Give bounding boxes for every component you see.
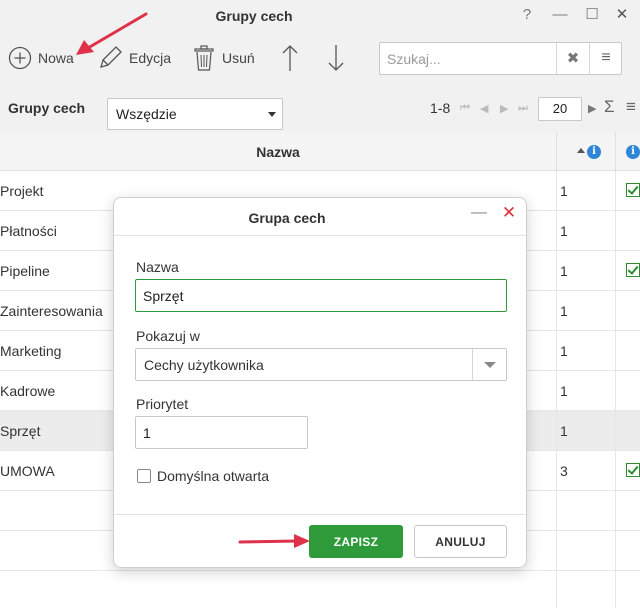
arrow-down-icon xyxy=(328,45,344,71)
row-priority: 1 xyxy=(560,223,568,239)
row-name: Marketing xyxy=(0,343,62,359)
dialog-title: Grupa cech xyxy=(248,210,326,226)
annotation-arrow-icon xyxy=(238,534,310,548)
column-divider xyxy=(556,132,557,171)
cancel-button[interactable]: ANULUJ xyxy=(414,525,507,558)
column-divider xyxy=(556,171,557,211)
default-open-label[interactable]: Domyślna otwarta xyxy=(157,468,269,484)
row-name: Zainteresowania xyxy=(0,303,103,319)
info-icon[interactable]: i xyxy=(587,145,601,159)
minimize-button[interactable]: — xyxy=(549,5,571,25)
caret-down-icon xyxy=(268,112,276,117)
maximize-button[interactable]: ☐ xyxy=(581,5,603,25)
column-divider xyxy=(615,211,616,251)
checkmark-icon xyxy=(626,183,640,197)
row-name: Pipeline xyxy=(0,263,50,279)
last-page-icon[interactable]: ⏭ xyxy=(518,102,528,115)
column-header-name[interactable]: Nazwa xyxy=(0,144,556,160)
dropdown-chevron-icon[interactable] xyxy=(472,349,506,380)
checkmark-icon xyxy=(626,463,640,477)
help-button[interactable]: ? xyxy=(516,5,538,25)
column-divider xyxy=(615,451,616,491)
row-name: Projekt xyxy=(0,183,44,199)
delete-button[interactable]: Usuń xyxy=(192,40,255,76)
column-divider xyxy=(556,211,557,251)
column-divider xyxy=(556,331,557,371)
column-divider xyxy=(556,371,557,411)
location-select-value: Wszędzie xyxy=(116,106,177,122)
empty-row xyxy=(0,571,640,608)
save-button[interactable]: ZAPISZ xyxy=(309,525,403,558)
record-range: 1-8 xyxy=(430,100,451,116)
filter-row: Grupy cech Wszędzie 1-8 ⏮ ◀ ▶ ⏭ 20 ▶ Σ ≡ xyxy=(0,86,640,132)
move-down-button[interactable] xyxy=(326,40,346,76)
checkmark-icon xyxy=(626,263,640,277)
row-priority: 1 xyxy=(560,423,568,439)
new-button-label: Nowa xyxy=(38,50,74,66)
search-box: ✖ ≡ xyxy=(379,42,622,75)
priority-label: Priorytet xyxy=(136,396,189,412)
sort-asc-icon[interactable] xyxy=(577,148,585,153)
clear-search-icon[interactable]: ✖ xyxy=(556,43,589,74)
column-divider xyxy=(615,132,616,171)
location-select[interactable]: Wszędzie xyxy=(107,98,283,130)
column-divider xyxy=(615,251,616,291)
row-priority: 1 xyxy=(560,343,568,359)
sum-icon[interactable]: Σ xyxy=(604,97,615,117)
column-divider xyxy=(556,291,557,331)
row-priority: 1 xyxy=(560,263,568,279)
column-divider xyxy=(615,411,616,451)
plus-circle-icon xyxy=(8,46,32,70)
arrow-up-icon xyxy=(282,45,298,71)
priority-field[interactable] xyxy=(135,416,308,449)
row-name: UMOWA xyxy=(0,463,55,479)
grid-menu-icon[interactable]: ≡ xyxy=(626,97,636,117)
next-page-icon[interactable]: ▶ xyxy=(500,102,508,115)
show-in-label: Pokazuj w xyxy=(136,328,200,344)
delete-button-label: Usuń xyxy=(222,50,255,66)
divider xyxy=(114,235,526,236)
row-priority: 1 xyxy=(560,303,568,319)
row-name: Sprzęt xyxy=(0,423,41,439)
new-button[interactable]: Nowa xyxy=(8,40,74,76)
prev-page-icon[interactable]: ◀ xyxy=(480,102,488,115)
row-name: Kadrowe xyxy=(0,383,56,399)
divider xyxy=(114,514,526,515)
name-label: Nazwa xyxy=(136,259,179,275)
filter-label: Grupy cech xyxy=(8,100,86,116)
dialog-minimize-icon[interactable]: — xyxy=(470,204,488,224)
default-open-checkbox[interactable] xyxy=(137,469,151,483)
row-priority: 1 xyxy=(560,183,568,199)
row-priority: 3 xyxy=(560,463,568,479)
page-size-arrow-icon[interactable]: ▶ xyxy=(588,102,596,115)
row-priority: 1 xyxy=(560,383,568,399)
first-page-icon[interactable]: ⏮ xyxy=(460,102,470,115)
row-name: Płatności xyxy=(0,223,57,239)
search-input[interactable] xyxy=(380,43,556,74)
trash-icon xyxy=(194,45,214,71)
annotation-arrow-icon xyxy=(76,12,148,55)
column-divider xyxy=(556,411,557,451)
page-size-input[interactable]: 20 xyxy=(538,97,582,121)
info-icon[interactable]: i xyxy=(626,145,640,159)
column-divider xyxy=(615,291,616,331)
grid-header: Nazwa i i xyxy=(0,132,640,171)
group-dialog: Grupa cech — ✕ Nazwa Pokazuj w Cechy uży… xyxy=(113,197,527,568)
dialog-close-icon[interactable]: ✕ xyxy=(500,203,518,223)
column-divider xyxy=(556,451,557,491)
column-divider xyxy=(556,251,557,291)
move-up-button[interactable] xyxy=(280,40,300,76)
show-in-select[interactable]: Cechy użytkownika xyxy=(135,348,507,381)
column-divider xyxy=(615,331,616,371)
close-button[interactable]: ✕ xyxy=(611,5,633,25)
search-menu-icon[interactable]: ≡ xyxy=(589,43,622,74)
name-field[interactable] xyxy=(135,279,507,312)
column-divider xyxy=(615,371,616,411)
column-divider xyxy=(615,171,616,211)
show-in-value: Cechy użytkownika xyxy=(144,357,264,373)
